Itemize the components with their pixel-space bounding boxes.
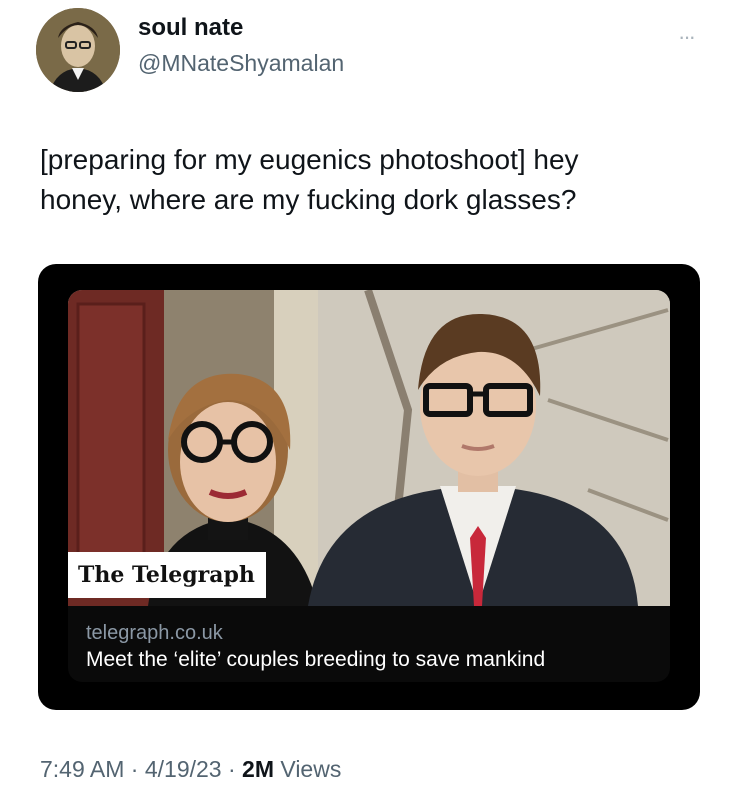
views-label[interactable]: Views: [274, 756, 341, 782]
tweet-time[interactable]: 7:49 AM: [40, 756, 124, 782]
tweet-text: [preparing for my eugenics photoshoot] h…: [40, 140, 700, 220]
tweet-meta: 7:49 AM · 4/19/23 · 2M Views: [40, 756, 341, 783]
avatar-portrait-icon: [36, 8, 120, 92]
user-handle[interactable]: @MNateShyamalan: [138, 50, 344, 77]
views-count[interactable]: 2M: [242, 756, 274, 782]
more-options-icon[interactable]: ···: [678, 24, 696, 50]
link-card[interactable]: The Telegraph telegraph.co.uk Meet the ‘…: [38, 264, 700, 710]
tweet-text-line: honey, where are my fucking dork glasses…: [40, 184, 577, 215]
avatar[interactable]: [36, 8, 120, 92]
meta-separator: ·: [221, 756, 243, 782]
card-photo: The Telegraph: [68, 290, 670, 606]
card-title[interactable]: Meet the ‘elite’ couples breeding to sav…: [86, 648, 545, 672]
link-card-inner: The Telegraph telegraph.co.uk Meet the ‘…: [68, 290, 670, 682]
tweet-date[interactable]: 4/19/23: [145, 756, 222, 782]
publisher-badge: The Telegraph: [68, 552, 266, 598]
meta-separator: ·: [124, 756, 145, 782]
display-name[interactable]: soul nate: [138, 14, 243, 42]
card-domain: telegraph.co.uk: [86, 622, 223, 644]
tweet-text-line: [preparing for my eugenics photoshoot] h…: [40, 144, 579, 175]
